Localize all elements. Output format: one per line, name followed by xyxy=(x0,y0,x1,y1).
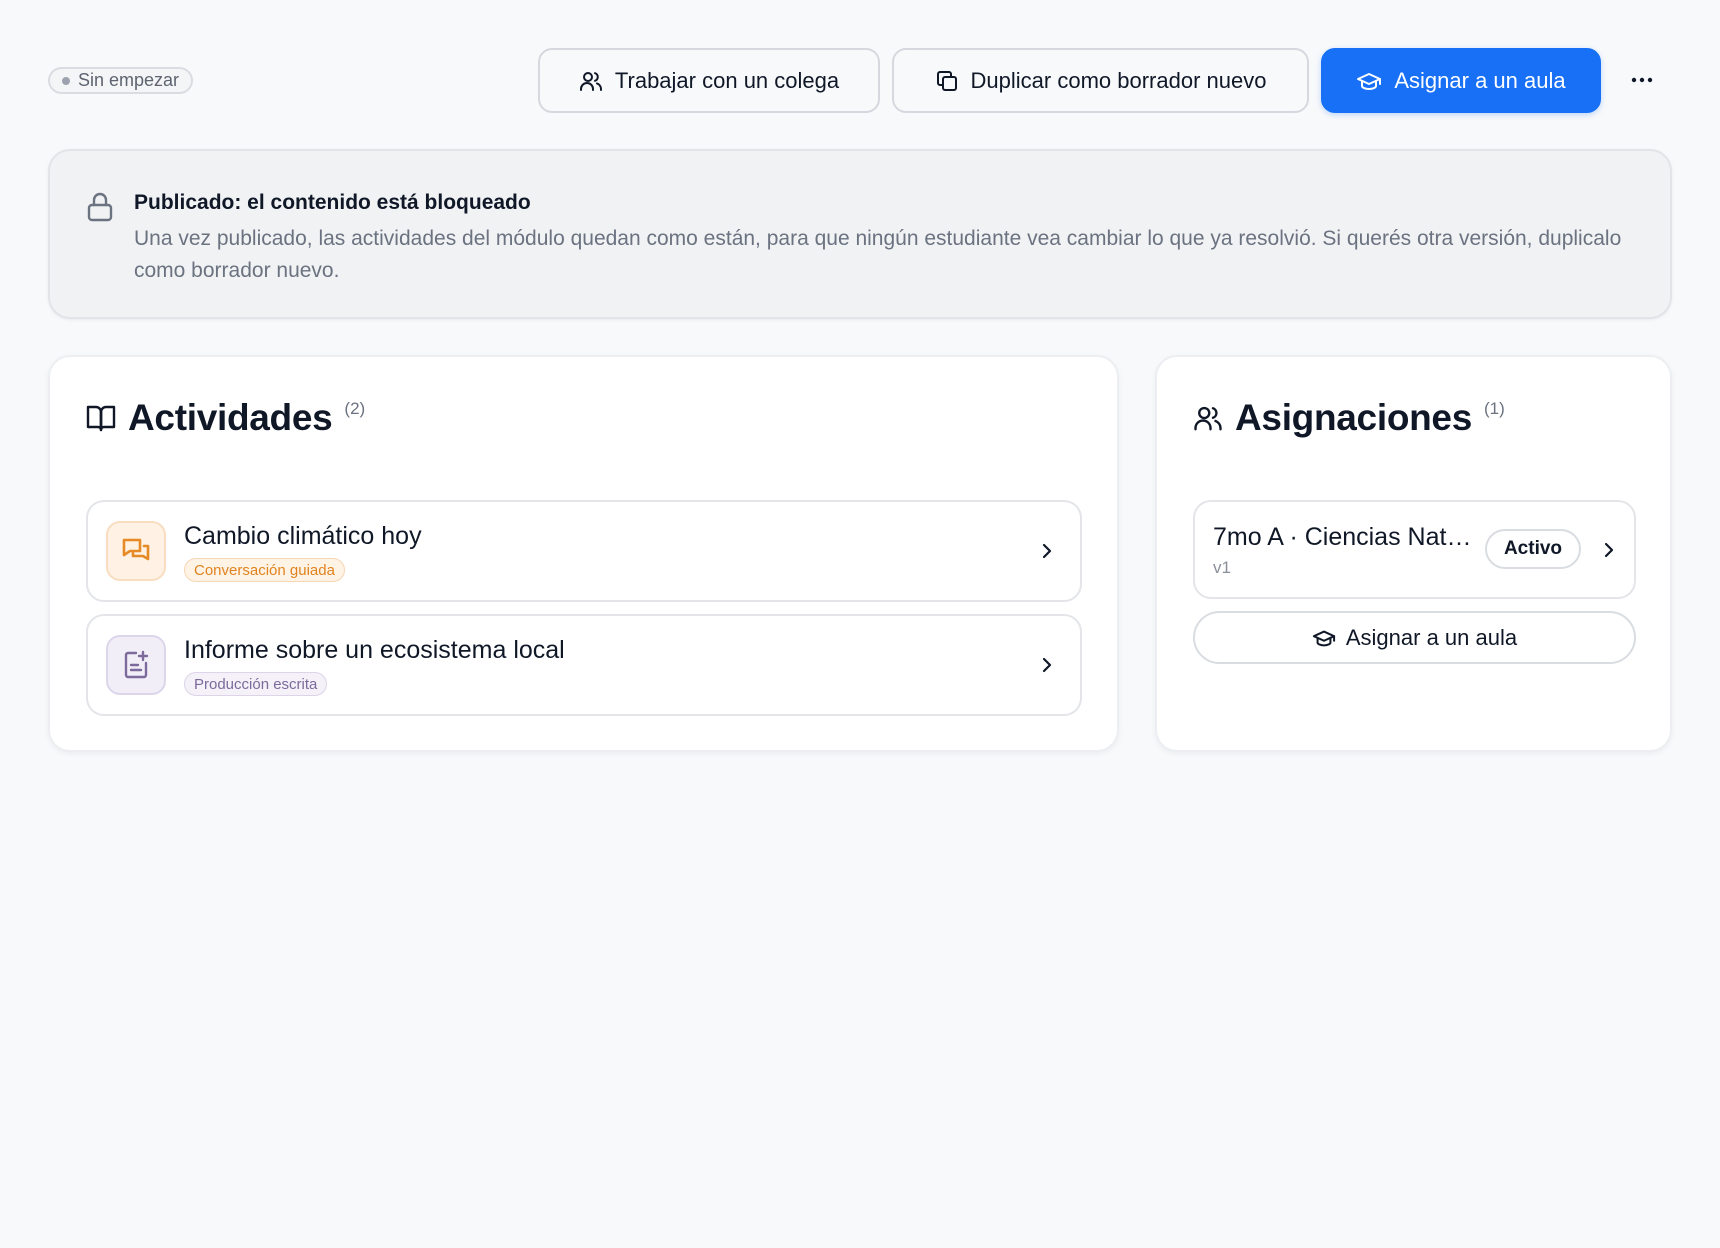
graduation-cap-icon xyxy=(1312,627,1336,649)
assignments-header: Asignaciones (1) xyxy=(1193,393,1505,443)
assign-classroom-button[interactable]: Asignar a un aula xyxy=(1321,48,1601,113)
status-badge: Sin empezar xyxy=(48,67,194,94)
activity-item[interactable]: Informe sobre un ecosistema local Produc… xyxy=(86,614,1082,716)
activity-type-tag: Producción escrita xyxy=(184,672,328,696)
chevron-right-icon xyxy=(1602,539,1616,561)
lock-icon xyxy=(86,191,114,223)
assignment-item[interactable]: 7mo A · Ciencias Naturales v1 Activo xyxy=(1193,500,1636,599)
activity-type-tag: Conversación guiada xyxy=(184,558,345,582)
assignments-card: Asignaciones (1) 7mo A · Ciencias Natura… xyxy=(1155,355,1672,752)
activities-count: (2) xyxy=(344,399,366,418)
copy-icon xyxy=(935,69,959,93)
chevron-right-icon xyxy=(1040,654,1054,676)
duplicate-label: Duplicar como borrador nuevo xyxy=(970,67,1267,93)
chevron-right-icon xyxy=(1040,540,1054,562)
assign-classroom-secondary-button[interactable]: Asignar a un aula xyxy=(1193,611,1636,664)
assignments-count: (1) xyxy=(1483,399,1505,418)
assign-classroom-secondary-label: Asignar a un aula xyxy=(1345,624,1518,650)
collaborate-button[interactable]: Trabajar con un colega xyxy=(538,48,880,113)
graduation-cap-icon xyxy=(1356,69,1382,93)
status-badge: Activo xyxy=(1485,529,1581,569)
activities-card: Actividades (2) Cambio climático hoy Con… xyxy=(48,355,1119,752)
ellipsis-icon xyxy=(1631,77,1653,83)
notice-title: Publicado: el contenido está bloqueado xyxy=(134,191,531,214)
locked-content-notice: Publicado: el contenido está bloqueado U… xyxy=(48,149,1672,319)
assignment-title: 7mo A · Ciencias Naturales xyxy=(1213,523,1475,551)
duplicate-button[interactable]: Duplicar como borrador nuevo xyxy=(892,48,1309,113)
assign-classroom-label: Asignar a un aula xyxy=(1394,67,1566,93)
assignment-version: v1 xyxy=(1213,558,1231,577)
status-label: Sin empezar xyxy=(78,70,180,90)
collaborate-label: Trabajar con un colega xyxy=(614,67,840,93)
activity-title: Informe sobre un ecosistema local xyxy=(184,636,565,664)
notice-body: Una vez publicado, las actividades del m… xyxy=(134,227,1622,282)
activity-title: Cambio climático hoy xyxy=(184,522,422,550)
more-options-button[interactable] xyxy=(1620,62,1664,98)
book-icon xyxy=(86,404,116,432)
assignments-title: Asignaciones xyxy=(1235,397,1472,438)
activities-header: Actividades (2) xyxy=(86,393,365,443)
document-add-icon xyxy=(106,635,166,695)
users-icon xyxy=(1193,403,1223,433)
status-dot xyxy=(62,76,70,85)
activity-item[interactable]: Cambio climático hoy Conversación guiada xyxy=(86,500,1082,602)
chat-bubbles-icon xyxy=(106,521,166,581)
users-icon xyxy=(579,69,603,93)
activities-title: Actividades xyxy=(128,397,333,438)
